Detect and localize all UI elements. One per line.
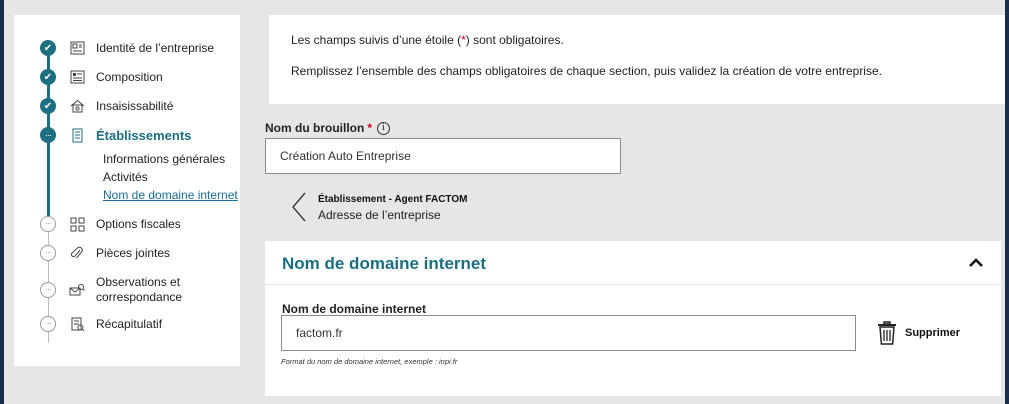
sidebar-step-label: Identité de l’entreprise [96,41,215,55]
sidebar-step-insaisissabilite[interactable]: ✔ Insaisissabilité [40,97,173,115]
sidebar-step-composition[interactable]: ✔ Composition [40,68,163,86]
sidebar-step-identite[interactable]: ✔ Identité de l’entreprise [40,39,214,57]
check-icon: ✔ [40,40,56,56]
sidebar-step-label: Options fiscales [96,217,181,231]
sidebar-step-label: Récapitulatif [96,317,163,331]
summary-icon [69,316,85,332]
sidebar-step-label-group: Observations et correspondance [96,275,182,305]
pending-icon [40,316,56,332]
domain-field-label: Nom de domaine internet [282,302,427,316]
sidebar-step-label: Insaisissabilité [96,99,174,113]
pending-icon [40,216,56,232]
check-icon: ✔ [40,98,56,114]
composition-icon [69,69,85,85]
sidebar-step-observations[interactable]: Observations et correspondance [40,273,182,307]
substep-informations-generales[interactable]: Informations générales [103,152,225,166]
sidebar-step-label-line2: correspondance [96,290,183,304]
domain-section-header[interactable]: Nom de domaine internet [265,241,1001,285]
required-fields-notice: Les champs suivis d’une étoile (*) sont … [269,15,1005,104]
info-icon[interactable]: i [377,121,390,135]
sidebar-step-etablissements[interactable]: Établissements [40,126,191,144]
notice-required-text: Les champs suivis d’une étoile (*) sont … [291,33,564,47]
pending-icon [40,245,56,261]
draft-name-label-text: Nom du brouillon [265,121,365,135]
building-document-icon [69,127,85,143]
sidebar-step-label: Établissements [96,127,192,143]
section-title: Nom de domaine internet [282,254,487,273]
progress-sidebar: ✔ Identité de l’entreprise ✔ Composition… [14,15,240,366]
notice-text-part: ) sont obligatoires. [465,33,564,47]
nav-establishment-subtitle[interactable]: Adresse de l’entreprise [318,208,441,222]
paperclip-icon [69,245,85,261]
sidebar-step-pieces-jointes[interactable]: Pièces jointes [40,244,170,262]
sidebar-step-label: Composition [96,70,163,84]
pending-icon [40,282,56,298]
observation-icon [69,282,85,298]
draft-name-label: Nom du brouillon * i [265,121,390,135]
notice-text-part: Les champs suivis d’une étoile ( [291,33,462,47]
notice-instructions: Remplissez l’ensemble des champs obligat… [291,64,882,78]
domain-format-hint: Format du nom de domaine internet, exemp… [281,357,458,366]
grid-options-icon [69,216,85,232]
sidebar-step-label: Pièces jointes [96,246,171,260]
nav-establishment-title[interactable]: Établissement - Agent FACTOM [318,194,467,205]
check-icon: ✔ [40,69,56,85]
delete-button-label: Supprimer [905,327,961,339]
domain-section: Nom de domaine internet Nom de domaine i… [265,241,1001,396]
domain-input[interactable]: factom.fr [281,315,856,351]
id-card-icon [69,40,85,56]
sidebar-step-recapitulatif[interactable]: Récapitulatif [40,315,162,333]
required-star: * [367,121,372,135]
trash-icon [878,321,896,345]
in-progress-icon [40,127,56,143]
house-icon [69,98,85,114]
chevron-up-icon[interactable] [967,254,985,272]
substep-nom-de-domaine[interactable]: Nom de domaine internet [103,188,238,202]
chevron-left-icon[interactable] [287,190,313,224]
draft-name-input[interactable]: Création Auto Entreprise [265,138,621,174]
delete-button[interactable]: Supprimer [876,317,960,349]
substep-activites[interactable]: Activités [103,170,148,184]
sidebar-step-label-line1: Observations et [96,275,181,289]
sidebar-step-options-fiscales[interactable]: Options fiscales [40,215,181,233]
